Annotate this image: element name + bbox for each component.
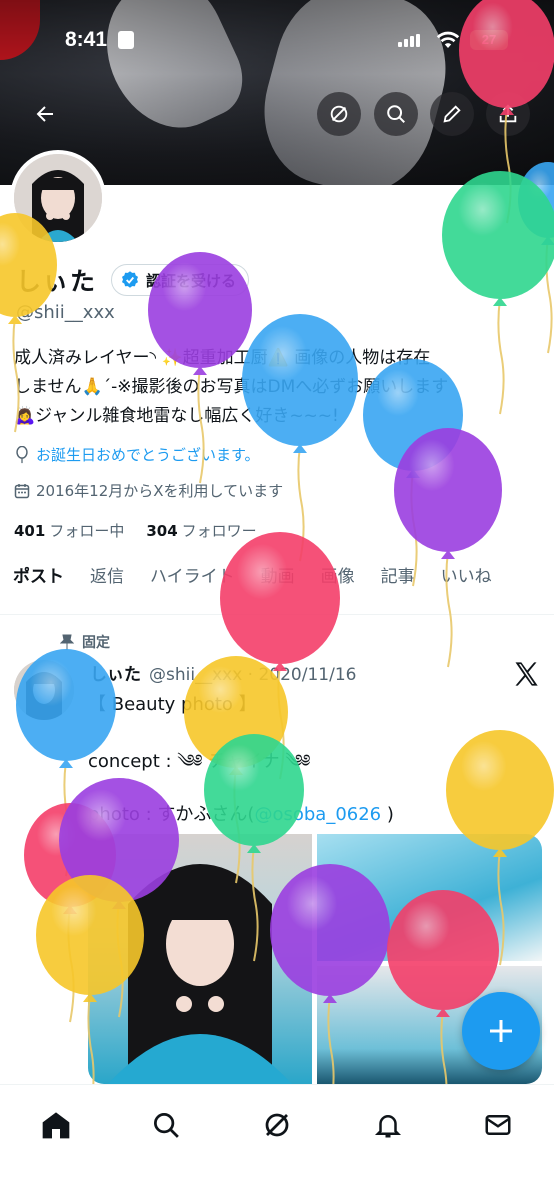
- battery-level: 27: [481, 32, 497, 47]
- post-text-line: 【 Beauty photo 】: [88, 694, 257, 715]
- post-text-line: photo : すかふさん(@osoba_0626 ): [88, 800, 394, 826]
- search-icon: [154, 1113, 179, 1138]
- post-text-segment: ): [381, 804, 394, 825]
- post-text-segment: photo : すかふさん(: [88, 804, 255, 825]
- grok-icon: [330, 105, 348, 123]
- post-handle-date: @shii__xxx · 2020/11/16: [149, 665, 357, 685]
- x-logo-icon: [515, 662, 538, 686]
- following-count: 401: [14, 522, 46, 540]
- screen-lock-icon: [118, 31, 134, 49]
- tab-highlights[interactable]: ハイライト: [137, 562, 248, 614]
- birthday-row[interactable]: お誕生日おめでとうございます。: [14, 444, 260, 465]
- post-author-name[interactable]: しぃた: [90, 665, 141, 685]
- following-label: フォロー中: [49, 522, 125, 540]
- followers-link[interactable]: 304 フォロワー: [146, 520, 256, 541]
- get-verified-button[interactable]: 認証を受ける: [111, 264, 250, 296]
- grok-button[interactable]: [317, 92, 361, 136]
- bell-icon: [374, 1115, 402, 1138]
- status-time: 8:41: [65, 28, 108, 51]
- nav-home[interactable]: [36, 1105, 76, 1145]
- home-icon: [42, 1112, 70, 1139]
- pin-icon: [60, 634, 74, 650]
- cellular-signal-icon: [398, 34, 420, 47]
- pinned-indicator: 固定: [60, 632, 110, 652]
- arrow-left-icon: [36, 106, 53, 122]
- post-mention-link[interactable]: @osoba_0626: [254, 804, 381, 825]
- profile-name-row: しぃた 認証を受ける: [16, 262, 250, 298]
- verified-badge-icon: [122, 271, 139, 288]
- pencil-icon: [443, 105, 461, 123]
- nav-search[interactable]: [146, 1105, 186, 1145]
- display-name: しぃた: [16, 267, 98, 296]
- calendar-icon: [14, 483, 30, 498]
- nav-grok[interactable]: [257, 1105, 297, 1145]
- grok-icon: [265, 1113, 289, 1137]
- plus-icon: [490, 1020, 512, 1042]
- edit-button[interactable]: [430, 92, 474, 136]
- avatar-image: [14, 660, 74, 720]
- photo-portrait: [108, 864, 292, 1084]
- bottom-navigation: [0, 1084, 554, 1200]
- profile-bio: 成人済みレイヤー◝ ✨超重加工厨⚠️ 画像の人物は存在 しません🙏´-※撮影後の…: [14, 348, 449, 426]
- post-image[interactable]: [88, 834, 312, 1084]
- nav-notifications[interactable]: [368, 1105, 408, 1145]
- share-button[interactable]: [486, 92, 530, 136]
- joined-row: 2016年12月からXを利用しています: [14, 480, 283, 501]
- profile-avatar[interactable]: [10, 150, 106, 246]
- tab-videos[interactable]: 動画: [248, 562, 308, 614]
- post-image[interactable]: [317, 834, 542, 961]
- back-button[interactable]: [23, 92, 67, 136]
- balloon-icon: [394, 428, 502, 668]
- battery-indicator: 27: [470, 30, 508, 50]
- mail-icon: [485, 1115, 511, 1135]
- search-icon: [387, 105, 405, 123]
- avatar-image: [14, 154, 102, 242]
- profile-handle: @shii__xxx: [16, 302, 115, 323]
- get-verified-label: 認証を受ける: [146, 271, 237, 290]
- search-button[interactable]: [374, 92, 418, 136]
- profile-tabs: ポスト 返信 ハイライト 動画 画像 記事 いいね: [0, 562, 554, 615]
- status-bar: 8:41 27: [0, 28, 554, 58]
- follow-stats: 401 フォロー中 304 フォロワー: [14, 520, 257, 541]
- post-text-line: concept : ༄༅ チャイナ ༄༅: [88, 751, 311, 772]
- post-author-avatar[interactable]: [14, 660, 74, 720]
- birthday-text[interactable]: お誕生日おめでとうございます。: [36, 444, 260, 465]
- joined-text: 2016年12月からXを利用しています: [36, 482, 284, 500]
- balloon-icon: [16, 445, 28, 463]
- following-link[interactable]: 401 フォロー中: [14, 520, 124, 541]
- tab-articles[interactable]: 記事: [368, 562, 428, 614]
- post-header: しぃた @shii__xxx · 2020/11/16: [90, 660, 356, 685]
- tab-replies[interactable]: 返信: [77, 562, 137, 614]
- pinned-label: 固定: [82, 635, 110, 651]
- balloon-icon: [518, 162, 554, 354]
- tab-likes[interactable]: いいね: [428, 562, 505, 614]
- followers-count: 304: [146, 522, 178, 540]
- wifi-icon: [436, 31, 460, 48]
- tab-posts[interactable]: ポスト: [0, 562, 77, 614]
- compose-post-button[interactable]: [462, 992, 540, 1070]
- share-icon: [499, 104, 517, 123]
- followers-label: フォロワー: [181, 522, 257, 540]
- nav-messages[interactable]: [478, 1105, 518, 1145]
- tab-media[interactable]: 画像: [308, 562, 368, 614]
